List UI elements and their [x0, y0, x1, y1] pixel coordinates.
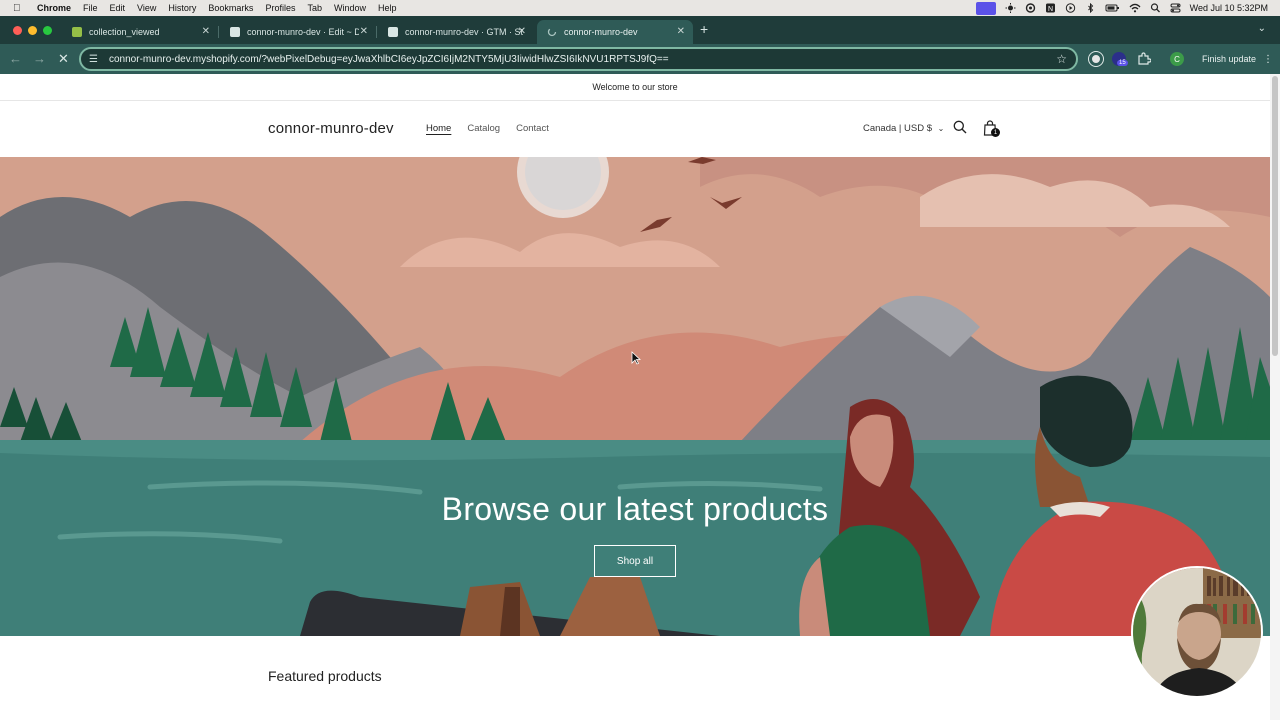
menu-edit[interactable]: Edit [110, 3, 126, 13]
chevron-down-icon: ⌄ [937, 124, 945, 133]
scrollbar-thumb[interactable] [1272, 76, 1278, 356]
menu-file[interactable]: File [83, 3, 98, 13]
store-header: connor-munro-dev Home Catalog Contact Ca… [0, 101, 1270, 157]
hero-banner: Browse our latest products Shop all [0, 157, 1270, 636]
bookmark-star-icon[interactable]: ☆ [1056, 52, 1067, 66]
browser-toolbar: ← → ✕ ☰ connor-munro-dev.myshopify.com/?… [0, 44, 1280, 74]
nav-home[interactable]: Home [426, 123, 451, 134]
shopify-favicon-icon [230, 27, 240, 37]
menu-profiles[interactable]: Profiles [265, 3, 295, 13]
control-center-icon[interactable] [1170, 3, 1181, 13]
announcement-text: Welcome to our store [592, 82, 678, 92]
back-arrow-icon[interactable]: ← [9, 51, 22, 66]
finish-update-label: Finish update [1202, 54, 1257, 64]
menu-view[interactable]: View [137, 3, 156, 13]
address-bar[interactable]: ☰ connor-munro-dev.myshopify.com/?webPix… [79, 47, 1078, 71]
screen-recording-icon[interactable] [975, 1, 996, 15]
country-currency-selector[interactable]: Canada | USD $ ⌄ [863, 123, 944, 134]
extension-badge: 15 [1117, 60, 1128, 66]
battery-icon[interactable] [1105, 3, 1120, 13]
stop-loading-icon[interactable]: ✕ [58, 51, 69, 67]
more-menu-icon[interactable]: ⋮ [1263, 54, 1273, 65]
cart-count-badge: 1 [991, 128, 1000, 137]
menubar-clock[interactable]: Wed Jul 10 5:32PM [1190, 3, 1268, 13]
macos-menubar:  Chrome File Edit View History Bookmark… [0, 0, 1280, 16]
window-controls [13, 26, 52, 35]
announcement-bar: Welcome to our store [0, 74, 1270, 101]
ext-icon[interactable] [1088, 51, 1104, 67]
close-tab-icon[interactable]: ✕ [202, 26, 210, 37]
menu-tab[interactable]: Tab [307, 3, 322, 13]
locale-label: Canada | USD $ [863, 123, 933, 134]
shopify-favicon-icon [72, 27, 82, 37]
menu-help[interactable]: Help [378, 3, 397, 13]
menubar-status-area: N Wed Jul 10 5:32PM [975, 0, 1268, 16]
spotlight-search-icon[interactable] [1150, 3, 1161, 13]
search-icon[interactable] [953, 120, 967, 134]
zoom-window-button[interactable] [43, 26, 52, 35]
featured-products-heading: Featured products [268, 668, 382, 684]
mouse-cursor-icon [631, 351, 641, 365]
brightness-icon[interactable] [1005, 3, 1016, 13]
menu-history[interactable]: History [168, 3, 196, 13]
nav-contact[interactable]: Contact [516, 123, 549, 134]
close-window-button[interactable] [13, 26, 22, 35]
browser-tab-strip: collection_viewed ✕ connor-munro-dev · E… [0, 16, 1280, 44]
presenter-video-frame [1133, 568, 1261, 696]
new-tab-icon[interactable]: + [700, 21, 708, 37]
tab-separator [218, 26, 219, 38]
nav-catalog[interactable]: Catalog [467, 123, 500, 134]
chrome-ext-status-icon[interactable] [1025, 3, 1036, 13]
svg-text:N: N [1048, 6, 1053, 13]
extensions-puzzle-icon[interactable] [1137, 52, 1151, 66]
minimize-window-button[interactable] [28, 26, 37, 35]
shop-all-button[interactable]: Shop all [594, 545, 676, 577]
apple-icon[interactable]:  [13, 3, 27, 14]
close-tab-icon[interactable]: ✕ [677, 26, 685, 37]
tab-collection-viewed[interactable]: collection_viewed ✕ [62, 20, 219, 44]
shopify-favicon-icon [388, 27, 398, 37]
tab-search-icon[interactable]: ⌄ [1258, 23, 1266, 34]
tab-gtm[interactable]: connor-munro-dev · GTM · St ✕ [378, 20, 534, 44]
tab-shopify-editor[interactable]: connor-munro-dev · Edit ~ D ✕ [220, 20, 377, 44]
tab-title: connor-munro-dev · Edit ~ D [247, 27, 359, 37]
play-icon[interactable] [1065, 3, 1076, 13]
tab-connor-munro-dev[interactable]: connor-munro-dev ✕ [537, 20, 693, 44]
main-nav: Home Catalog Contact [426, 123, 549, 134]
bluetooth-icon[interactable] [1085, 3, 1096, 13]
loading-spinner-icon [547, 27, 557, 37]
finish-update-button[interactable]: C Finish update ⋮ [1170, 49, 1273, 69]
tab-separator [376, 26, 377, 38]
wifi-icon[interactable] [1129, 3, 1141, 13]
hero-title: Browse our latest products [441, 491, 829, 527]
menu-bookmarks[interactable]: Bookmarks [208, 3, 253, 13]
page-scrollbar[interactable] [1270, 74, 1280, 720]
notion-icon[interactable]: N [1045, 3, 1056, 13]
menu-window[interactable]: Window [334, 3, 366, 13]
forward-arrow-icon[interactable]: → [33, 51, 46, 66]
tab-title: collection_viewed [89, 27, 160, 37]
address-url[interactable]: connor-munro-dev.myshopify.com/?webPixel… [109, 54, 669, 65]
cart-button[interactable]: 1 [983, 120, 1001, 138]
profile-avatar[interactable]: C [1170, 52, 1184, 66]
close-tab-icon[interactable]: ✕ [360, 26, 368, 37]
menu-app-name[interactable]: Chrome [37, 3, 71, 13]
webcam-overlay [1131, 566, 1263, 698]
close-tab-icon[interactable]: ✕ [518, 26, 526, 37]
tab-title: connor-munro-dev · GTM · St [405, 27, 523, 37]
site-info-icon[interactable]: ☰ [89, 54, 103, 65]
store-logo[interactable]: connor-munro-dev [268, 120, 394, 137]
tab-title: connor-munro-dev [564, 27, 638, 37]
